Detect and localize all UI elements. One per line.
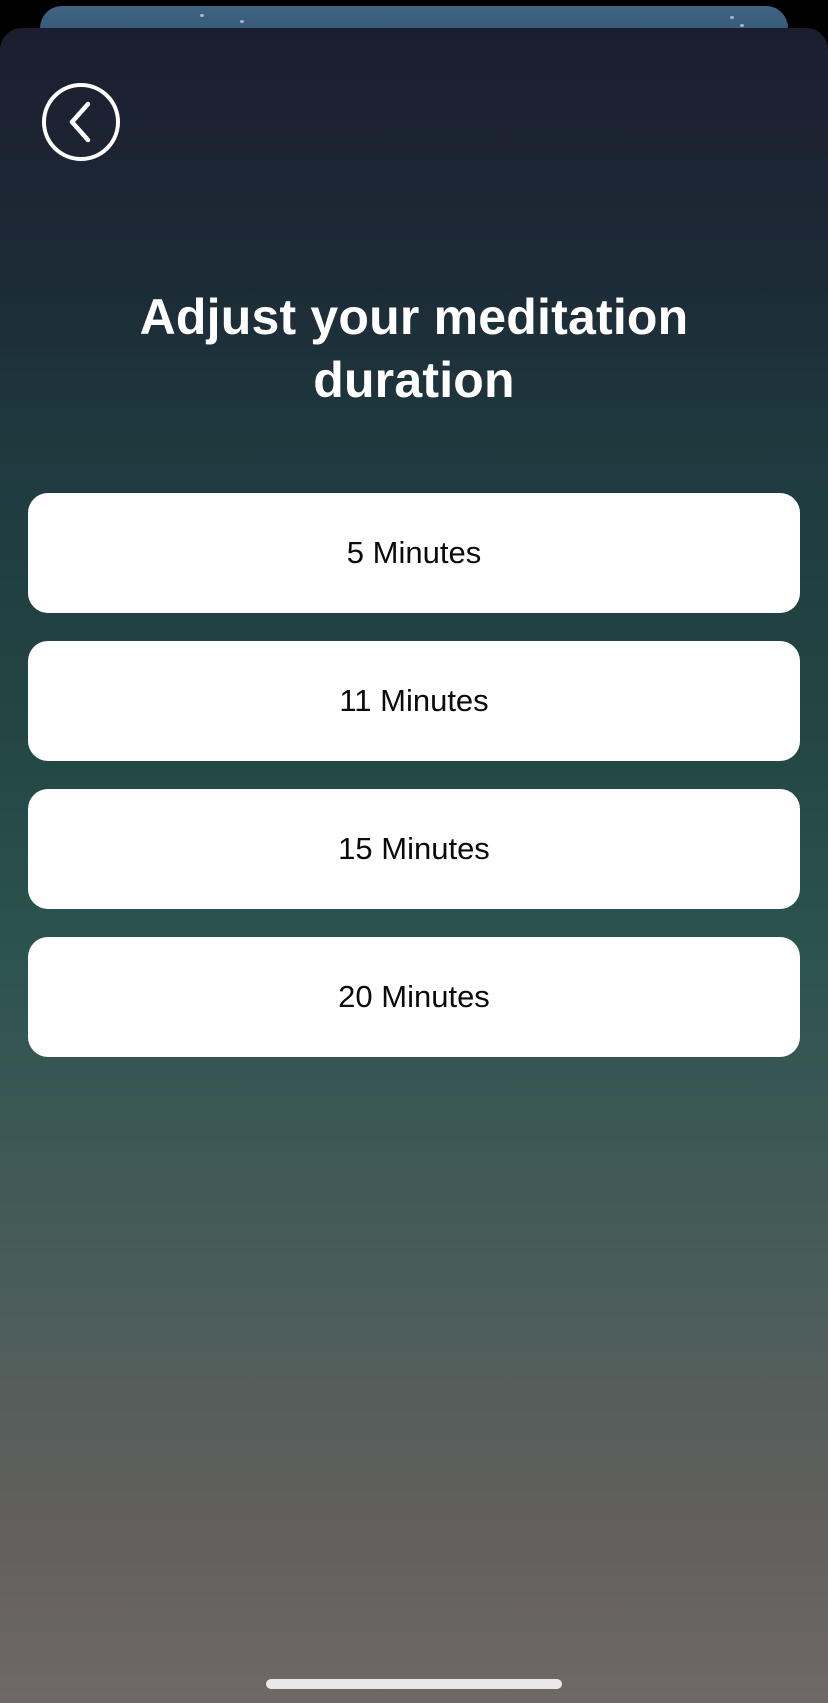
duration-option-11-minutes[interactable]: 11 Minutes	[28, 641, 800, 761]
duration-option-5-minutes[interactable]: 5 Minutes	[28, 493, 800, 613]
duration-option-label: 20 Minutes	[338, 979, 490, 1014]
duration-option-label: 5 Minutes	[346, 535, 482, 570]
chevron-left-icon	[64, 100, 98, 144]
duration-sheet: Adjust your meditation duration 5 Minute…	[0, 28, 828, 1703]
page-title: Adjust your meditation duration	[139, 289, 689, 408]
back-button[interactable]	[42, 83, 120, 161]
duration-options-list: 5 Minutes 11 Minutes 15 Minutes 20 Minut…	[28, 493, 800, 1085]
home-indicator[interactable]	[266, 1679, 562, 1689]
duration-option-label: 11 Minutes	[339, 683, 489, 718]
duration-option-label: 15 Minutes	[338, 831, 490, 866]
duration-option-20-minutes[interactable]: 20 Minutes	[28, 937, 800, 1057]
duration-option-15-minutes[interactable]: 15 Minutes	[28, 789, 800, 909]
